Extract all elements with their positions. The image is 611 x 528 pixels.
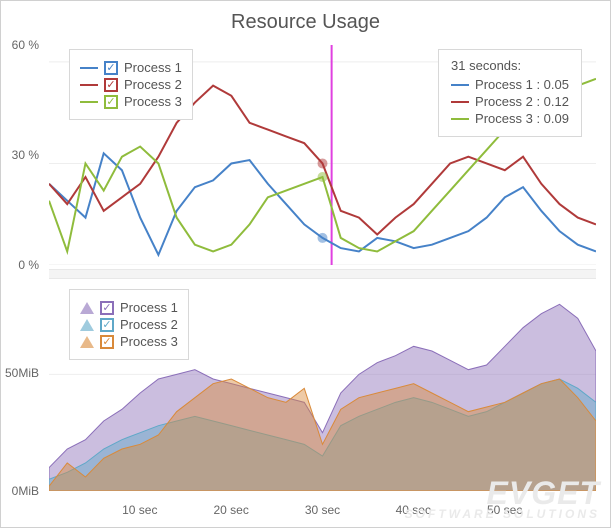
y-tick: 60 % bbox=[12, 38, 39, 52]
tooltip-header: 31 seconds: bbox=[451, 58, 569, 73]
line-swatch-icon bbox=[80, 101, 98, 103]
checkbox-icon[interactable] bbox=[104, 78, 118, 92]
cpu-line-chart[interactable]: Process 1 Process 2 Process 3 31 seconds… bbox=[49, 45, 596, 265]
memory-area-chart[interactable]: Process 1 Process 2 Process 3 bbox=[49, 281, 596, 491]
y-tick: 30 % bbox=[12, 148, 39, 162]
y-tick: 50MiB bbox=[5, 366, 39, 380]
x-tick: 50 sec bbox=[487, 503, 522, 517]
top-y-axis: 0 % 30 % 60 % bbox=[1, 45, 45, 265]
line-swatch-icon bbox=[451, 84, 469, 86]
resource-usage-window: Resource Usage 0 % 30 % 60 % Process 1 P… bbox=[0, 0, 611, 528]
x-tick: 10 sec bbox=[122, 503, 157, 517]
line-swatch-icon bbox=[451, 118, 469, 120]
checkbox-icon[interactable] bbox=[100, 301, 114, 315]
triangle-swatch-icon bbox=[80, 302, 94, 314]
legend-item[interactable]: Process 2 bbox=[80, 77, 182, 92]
checkbox-icon[interactable] bbox=[104, 95, 118, 109]
legend-bot[interactable]: Process 1 Process 2 Process 3 bbox=[69, 289, 189, 360]
checkbox-icon[interactable] bbox=[100, 335, 114, 349]
legend-top[interactable]: Process 1 Process 2 Process 3 bbox=[69, 49, 193, 120]
x-tick: 40 sec bbox=[396, 503, 431, 517]
tooltip-value: Process 3 : 0.09 bbox=[475, 111, 569, 126]
checkbox-icon[interactable] bbox=[100, 318, 114, 332]
line-swatch-icon bbox=[80, 67, 98, 69]
x-tick: 30 sec bbox=[305, 503, 340, 517]
legend-label: Process 3 bbox=[120, 334, 178, 349]
x-tick: 20 sec bbox=[213, 503, 248, 517]
triangle-swatch-icon bbox=[80, 319, 94, 331]
triangle-swatch-icon bbox=[80, 336, 94, 348]
line-swatch-icon bbox=[80, 84, 98, 86]
legend-item[interactable]: Process 2 bbox=[80, 317, 178, 332]
legend-item[interactable]: Process 3 bbox=[80, 94, 182, 109]
x-axis: 10 sec 20 sec 30 sec 40 sec 50 sec bbox=[49, 503, 596, 523]
legend-label: Process 3 bbox=[124, 94, 182, 109]
bot-y-axis: 0MiB 50MiB bbox=[1, 281, 45, 491]
legend-item[interactable]: Process 3 bbox=[80, 334, 178, 349]
line-swatch-icon bbox=[451, 101, 469, 103]
legend-label: Process 1 bbox=[120, 300, 178, 315]
panel-separator bbox=[49, 269, 596, 279]
legend-item[interactable]: Process 1 bbox=[80, 300, 178, 315]
y-tick: 0 % bbox=[18, 258, 39, 272]
legend-item[interactable]: Process 1 bbox=[80, 60, 182, 75]
tooltip-value: Process 2 : 0.12 bbox=[475, 94, 569, 109]
hover-tooltip: 31 seconds: Process 1 : 0.05 Process 2 :… bbox=[438, 49, 582, 137]
y-tick: 0MiB bbox=[12, 484, 39, 498]
legend-label: Process 1 bbox=[124, 60, 182, 75]
checkbox-icon[interactable] bbox=[104, 61, 118, 75]
legend-label: Process 2 bbox=[124, 77, 182, 92]
tooltip-value: Process 1 : 0.05 bbox=[475, 77, 569, 92]
page-title: Resource Usage bbox=[1, 1, 610, 40]
legend-label: Process 2 bbox=[120, 317, 178, 332]
